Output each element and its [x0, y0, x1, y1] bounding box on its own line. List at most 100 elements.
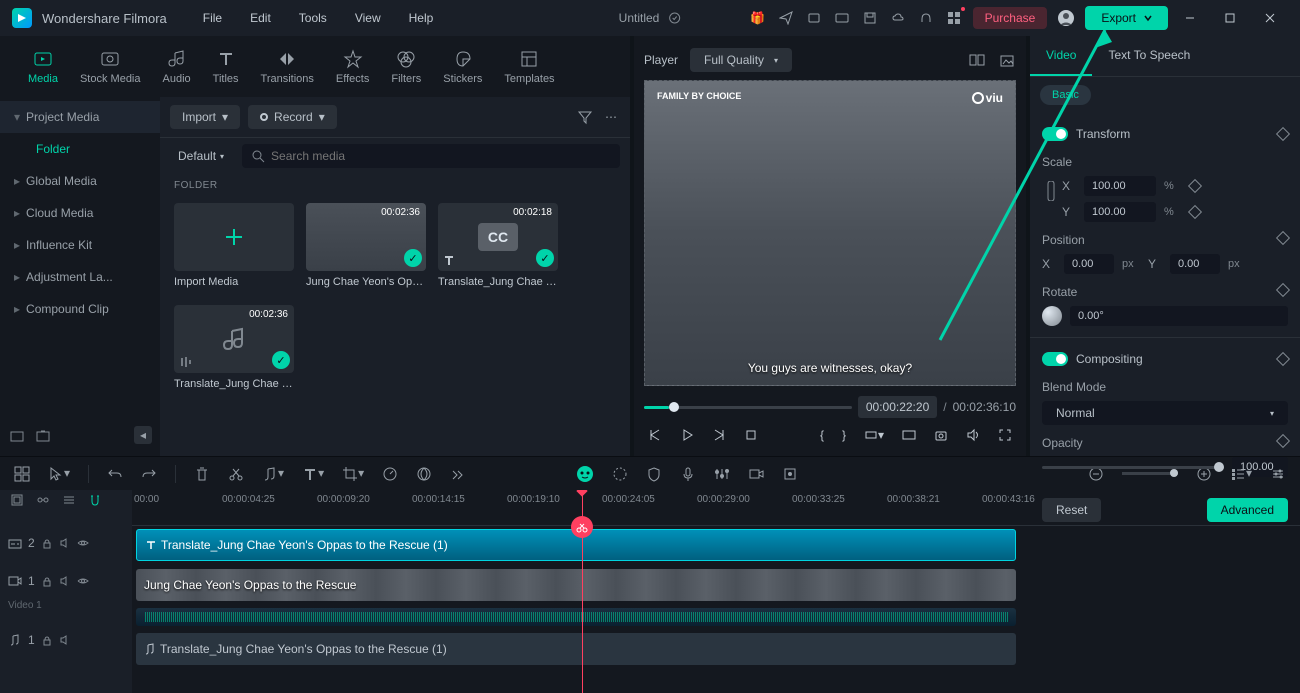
tab-video-props[interactable]: Video: [1030, 36, 1092, 76]
thumb-import[interactable]: Import Media: [174, 203, 294, 293]
timeline-clip-audio[interactable]: Translate_Jung Chae Yeon's Oppas to the …: [136, 633, 1016, 665]
gift-icon[interactable]: 🎁: [749, 9, 767, 27]
keyframe-rotate[interactable]: [1276, 283, 1290, 297]
mute-a1-icon[interactable]: [59, 634, 71, 646]
record-tl-icon[interactable]: [748, 466, 764, 482]
tab-templates[interactable]: Templates: [502, 44, 556, 89]
lock-icon[interactable]: [1042, 182, 1060, 200]
shield-icon[interactable]: [646, 466, 662, 482]
tab-media[interactable]: Media: [26, 44, 60, 89]
scale-y-input[interactable]: [1084, 202, 1156, 222]
more-tools-icon[interactable]: [450, 467, 464, 481]
import-button[interactable]: Import▾: [170, 105, 240, 129]
ai-icon[interactable]: [576, 465, 594, 483]
pos-x-input[interactable]: [1064, 254, 1114, 274]
search-input[interactable]: [271, 149, 610, 163]
select-tool-icon[interactable]: ▾: [48, 466, 70, 482]
tab-filters[interactable]: Filters: [389, 44, 423, 89]
thumb-video-1[interactable]: 00:02:36✓ Jung Chae Yeon's Opp...: [306, 203, 426, 293]
snapshot-icon[interactable]: [998, 51, 1016, 69]
export-button[interactable]: Export: [1085, 6, 1168, 30]
purchase-button[interactable]: Purchase: [973, 7, 1048, 29]
headphones-icon[interactable]: [917, 9, 935, 27]
layout-icon[interactable]: [14, 466, 30, 482]
split-icon[interactable]: [228, 466, 244, 482]
color-icon[interactable]: [416, 466, 432, 482]
scale-x-input[interactable]: [1084, 176, 1156, 196]
text-tool-icon[interactable]: ▾: [302, 466, 324, 482]
fullscreen-icon[interactable]: [998, 428, 1012, 442]
pos-y-input[interactable]: [1170, 254, 1220, 274]
compositing-toggle[interactable]: [1042, 352, 1068, 366]
thumb-audio-1[interactable]: 00:02:36✓ Translate_Jung Chae Y...: [174, 305, 294, 395]
sparkle-icon[interactable]: [612, 466, 628, 482]
close-button[interactable]: [1252, 0, 1288, 36]
track-header-v1[interactable]: 1: [0, 562, 132, 600]
zoom-slider[interactable]: [1122, 472, 1178, 475]
next-frame-button[interactable]: [712, 428, 726, 442]
mic-icon[interactable]: [680, 466, 696, 482]
tl-opt3-icon[interactable]: [60, 491, 78, 509]
audio-tool-icon[interactable]: ▾: [262, 466, 284, 482]
device-icon[interactable]: [805, 9, 823, 27]
playback-slider[interactable]: [644, 406, 852, 409]
track-header-a1[interactable]: 1: [0, 621, 132, 659]
undo-icon[interactable]: [107, 466, 123, 482]
new-bin-icon[interactable]: [34, 426, 52, 444]
tab-stickers[interactable]: Stickers: [441, 44, 484, 89]
timeline-clip-video[interactable]: Jung Chae Yeon's Oppas to the Rescue: [136, 569, 1016, 601]
opacity-slider[interactable]: [1042, 466, 1224, 469]
quality-dropdown[interactable]: Full Quality▾: [690, 48, 792, 72]
eye-t2-icon[interactable]: [77, 537, 89, 549]
search-box[interactable]: [242, 144, 620, 168]
collapse-sidebar-icon[interactable]: ◂: [134, 426, 152, 444]
new-folder-icon[interactable]: [8, 426, 26, 444]
tl-opt2-icon[interactable]: [34, 491, 52, 509]
view-mode-icon[interactable]: ▾: [1230, 466, 1252, 482]
menu-file[interactable]: File: [191, 5, 234, 31]
playhead[interactable]: [582, 490, 583, 693]
screen-icon[interactable]: [833, 9, 851, 27]
sidebar-folder[interactable]: Folder: [0, 133, 160, 165]
prev-frame-button[interactable]: [648, 428, 662, 442]
ratio-icon[interactable]: ▾: [864, 428, 884, 442]
keyframe-compositing[interactable]: [1276, 352, 1290, 366]
menu-tools[interactable]: Tools: [287, 5, 339, 31]
minimize-button[interactable]: [1172, 0, 1208, 36]
rotate-knob[interactable]: [1042, 306, 1062, 326]
menu-edit[interactable]: Edit: [238, 5, 283, 31]
tab-audio[interactable]: Audio: [161, 44, 193, 89]
lock-t2-icon[interactable]: [41, 537, 53, 549]
mute-t2-icon[interactable]: [59, 537, 71, 549]
mixer-icon[interactable]: [714, 466, 730, 482]
speed-icon[interactable]: [382, 466, 398, 482]
tab-tts[interactable]: Text To Speech: [1092, 36, 1206, 76]
tab-titles[interactable]: Titles: [211, 44, 241, 89]
apps-icon[interactable]: [945, 9, 963, 27]
tab-stock-media[interactable]: Stock Media: [78, 44, 143, 89]
rotate-input[interactable]: [1070, 306, 1288, 326]
lock-a1-icon[interactable]: [41, 634, 53, 646]
transform-toggle[interactable]: [1042, 127, 1068, 141]
keyframe-scale-y[interactable]: [1188, 205, 1202, 219]
tab-transitions[interactable]: Transitions: [259, 44, 316, 89]
mark-out-icon[interactable]: }: [842, 428, 846, 442]
mark-in-icon[interactable]: {: [820, 428, 824, 442]
lock-v1-icon[interactable]: [41, 575, 53, 587]
keyframe-position[interactable]: [1276, 231, 1290, 245]
keyframe-opacity[interactable]: [1276, 434, 1290, 448]
record-button[interactable]: Record▾: [248, 105, 337, 129]
stop-button[interactable]: [744, 428, 758, 442]
marker-icon[interactable]: [782, 466, 798, 482]
track-header-t2[interactable]: 2: [0, 524, 132, 562]
maximize-button[interactable]: [1212, 0, 1248, 36]
timeline-ruler[interactable]: 00:00 00:00:04:25 00:00:09:20 00:00:14:1…: [132, 490, 1300, 526]
save-icon[interactable]: [861, 9, 879, 27]
volume-icon[interactable]: [966, 428, 980, 442]
sidebar-adjustment-layer[interactable]: ▸Adjustment La...: [0, 261, 160, 293]
sidebar-compound-clip[interactable]: ▸Compound Clip: [0, 293, 160, 325]
sidebar-cloud-media[interactable]: ▸Cloud Media: [0, 197, 160, 229]
preview-video[interactable]: FAMILY BY CHOICE viu You guys are witnes…: [644, 80, 1016, 386]
avatar-icon[interactable]: [1057, 9, 1075, 27]
keyframe-scale-x[interactable]: [1188, 179, 1202, 193]
